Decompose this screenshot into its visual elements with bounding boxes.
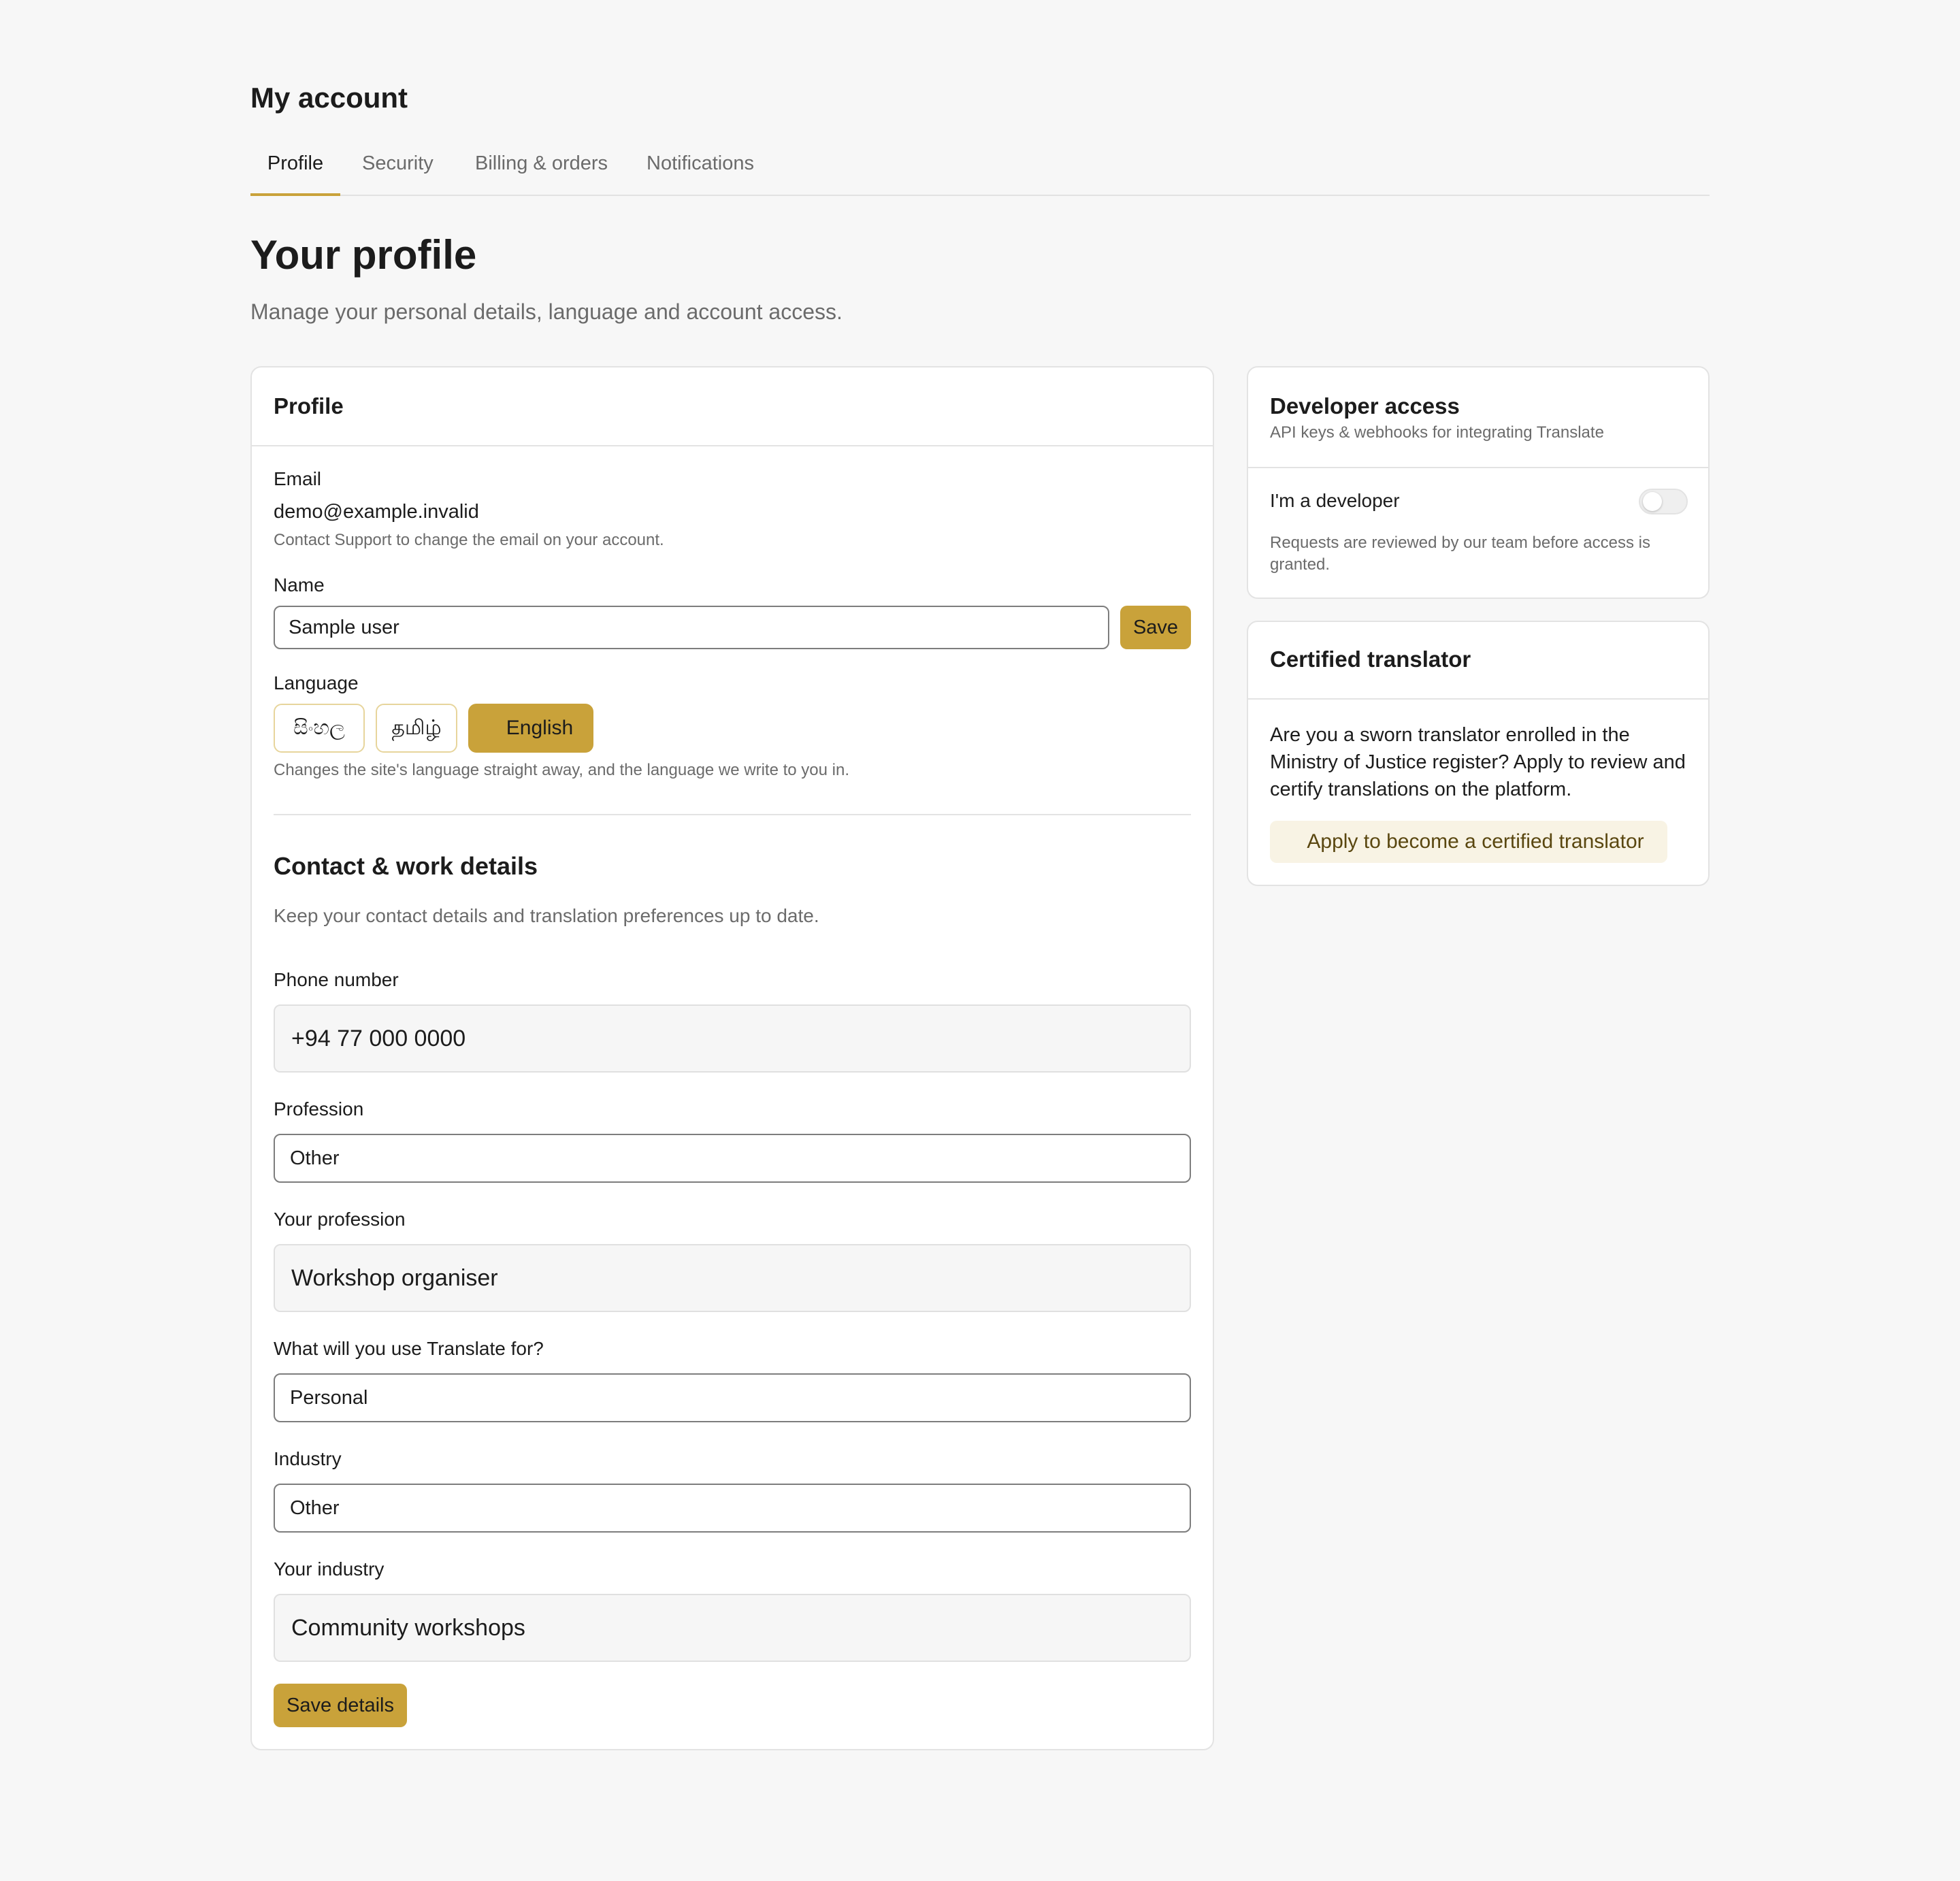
language-option-tamil[interactable]: தமிழ் (376, 704, 457, 753)
email-help: Contact Support to change the email on y… (274, 531, 664, 549)
developer-help: Requests are reviewed by our team before… (1270, 534, 1650, 574)
tab-security[interactable]: Security (362, 152, 434, 196)
email-value: demo@example.invalid (274, 501, 479, 523)
tab-bar: Profile Security Billing & orders Notifi… (250, 140, 1710, 196)
section-divider (274, 814, 1191, 815)
name-input[interactable] (274, 606, 1109, 649)
translator-card-title: Certified translator (1270, 647, 1471, 672)
developer-card: Developer access API keys & webhooks for… (1247, 366, 1710, 599)
contact-section-title: Contact & work details (274, 852, 538, 880)
translator-card: Certified translator Are you a sworn tra… (1247, 621, 1710, 886)
phone-label: Phone number (274, 969, 399, 990)
developer-toggle-label: I'm a developer (1270, 490, 1400, 511)
industry-label: Industry (274, 1448, 342, 1469)
tab-profile[interactable]: Profile (250, 152, 340, 196)
translator-card-body: Are you a sworn translator enrolled in t… (1270, 724, 1686, 800)
translator-card-header: Certified translator (1248, 622, 1708, 700)
language-option-english[interactable]: English (468, 704, 593, 753)
developer-toggle[interactable] (1639, 489, 1688, 514)
toggle-knob (1643, 492, 1662, 511)
profile-card-title: Profile (274, 393, 344, 419)
language-label: Language (274, 672, 359, 693)
page-title: Your profile (250, 232, 477, 278)
profession-label: Profession (274, 1098, 364, 1119)
profession-select[interactable]: Other (274, 1134, 1191, 1183)
usage-label: What will you use Translate for? (274, 1338, 544, 1359)
usage-select[interactable]: Personal (274, 1373, 1191, 1422)
contact-section-subtitle: Keep your contact details and translatio… (274, 905, 819, 926)
developer-card-title: Developer access (1270, 393, 1460, 419)
tab-notifications[interactable]: Notifications (647, 152, 754, 196)
developer-card-header: Developer access API keys & webhooks for… (1248, 367, 1708, 468)
language-option-sinhala[interactable]: සිංහල (274, 704, 365, 753)
account-title: My account (250, 82, 408, 114)
your-industry-label: Your industry (274, 1558, 385, 1580)
your-industry-field[interactable]: Community workshops (274, 1594, 1191, 1662)
profile-card-header: Profile (252, 367, 1213, 446)
language-help: Changes the site's language straight awa… (274, 761, 850, 779)
your-profession-label: Your profession (274, 1209, 406, 1230)
save-name-button[interactable]: Save (1120, 606, 1191, 649)
page-subtitle: Manage your personal details, language a… (250, 299, 843, 324)
name-label: Name (274, 574, 325, 595)
save-details-button[interactable]: Save details (274, 1684, 407, 1727)
industry-select[interactable]: Other (274, 1484, 1191, 1533)
tab-billing-orders[interactable]: Billing & orders (475, 152, 608, 196)
apply-certified-translator-button[interactable]: Apply to become a certified translator (1270, 821, 1667, 863)
developer-card-subtitle: API keys & webhooks for integrating Tran… (1270, 423, 1604, 442)
email-label: Email (274, 468, 322, 489)
phone-field[interactable]: +94 77 000 0000 (274, 1004, 1191, 1073)
your-profession-field[interactable]: Workshop organiser (274, 1244, 1191, 1312)
